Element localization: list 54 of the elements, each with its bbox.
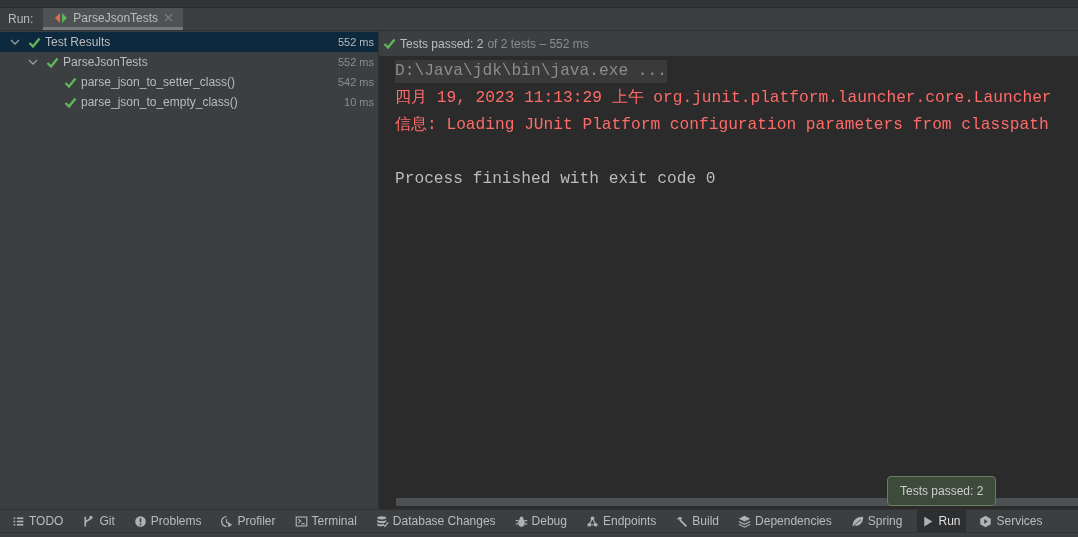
check-icon xyxy=(46,55,59,69)
test-duration: 552 ms xyxy=(337,56,374,68)
tree-row[interactable]: parse_json_to_empty_class() 10 ms xyxy=(0,92,378,112)
test-duration: 542 ms xyxy=(337,76,374,88)
check-icon xyxy=(64,95,77,109)
tool-window-button[interactable]: Services xyxy=(975,510,1049,532)
play-icon xyxy=(921,514,935,528)
test-name: Test Results xyxy=(45,35,112,49)
hammer-icon xyxy=(675,514,689,528)
terminal-icon xyxy=(294,514,308,528)
profiler-icon xyxy=(220,514,234,528)
services-icon xyxy=(979,514,993,528)
database-icon xyxy=(375,514,389,528)
tool-window-button[interactable]: Terminal xyxy=(290,510,363,532)
layers-icon xyxy=(738,514,752,528)
test-name: ParseJsonTests xyxy=(63,55,149,69)
tool-window-button[interactable]: TODO xyxy=(8,510,70,532)
tool-window-button[interactable]: Build xyxy=(671,510,726,532)
run-tab[interactable]: ParseJsonTests xyxy=(43,8,184,30)
tool-window-button[interactable]: Endpoints xyxy=(582,510,663,532)
tree-row[interactable]: parse_json_to_setter_class() 542 ms xyxy=(0,72,378,92)
check-icon xyxy=(383,37,396,50)
test-duration: 552 ms xyxy=(337,36,374,48)
tests-passed-text: Tests passed: 2 xyxy=(400,36,484,51)
console-line: 四月 19, 2023 11:13:29 上午 org.junit.platform.launcher.core.Launcher xyxy=(395,87,1052,109)
tool-window-button[interactable]: Debug xyxy=(510,510,573,532)
tool-window-button[interactable]: Run xyxy=(917,510,967,532)
tool-window-button[interactable]: Problems xyxy=(129,510,208,532)
leaf-icon xyxy=(850,514,864,528)
run-label: Run: xyxy=(7,11,35,28)
tree-row[interactable]: Test Results 552 ms xyxy=(0,32,378,52)
tool-window-button[interactable]: Dependencies xyxy=(734,510,838,532)
test-config-icon xyxy=(55,11,68,24)
tool-window-button[interactable]: Spring xyxy=(846,510,909,532)
tooltip: Tests passed: 2 xyxy=(887,476,997,506)
chevron-icon[interactable] xyxy=(28,57,38,67)
tests-detail-text: of 2 tests – 552 ms xyxy=(487,36,589,51)
tree-row[interactable]: ParseJsonTests 552 ms xyxy=(0,52,378,72)
test-name: parse_json_to_empty_class() xyxy=(81,95,239,109)
nodes-icon xyxy=(586,514,599,528)
branch-icon xyxy=(82,514,96,528)
console-line: 信息: Loading JUnit Platform configuration parameters from classpath xyxy=(395,115,1049,136)
tool-window-button[interactable]: Git xyxy=(78,510,121,532)
check-icon xyxy=(64,75,77,89)
chevron-icon[interactable] xyxy=(10,37,20,47)
test-name: parse_json_to_setter_class() xyxy=(81,75,237,89)
test-duration: 10 ms xyxy=(344,96,374,108)
console-line: Process finished with exit code 0 xyxy=(395,169,716,190)
bug-icon xyxy=(514,514,528,528)
list-icon xyxy=(12,514,25,528)
check-icon xyxy=(28,35,41,49)
alert-icon xyxy=(133,514,147,528)
tool-window-button[interactable]: Profiler xyxy=(216,510,282,532)
tool-window-button[interactable]: Database Changes xyxy=(371,510,502,532)
